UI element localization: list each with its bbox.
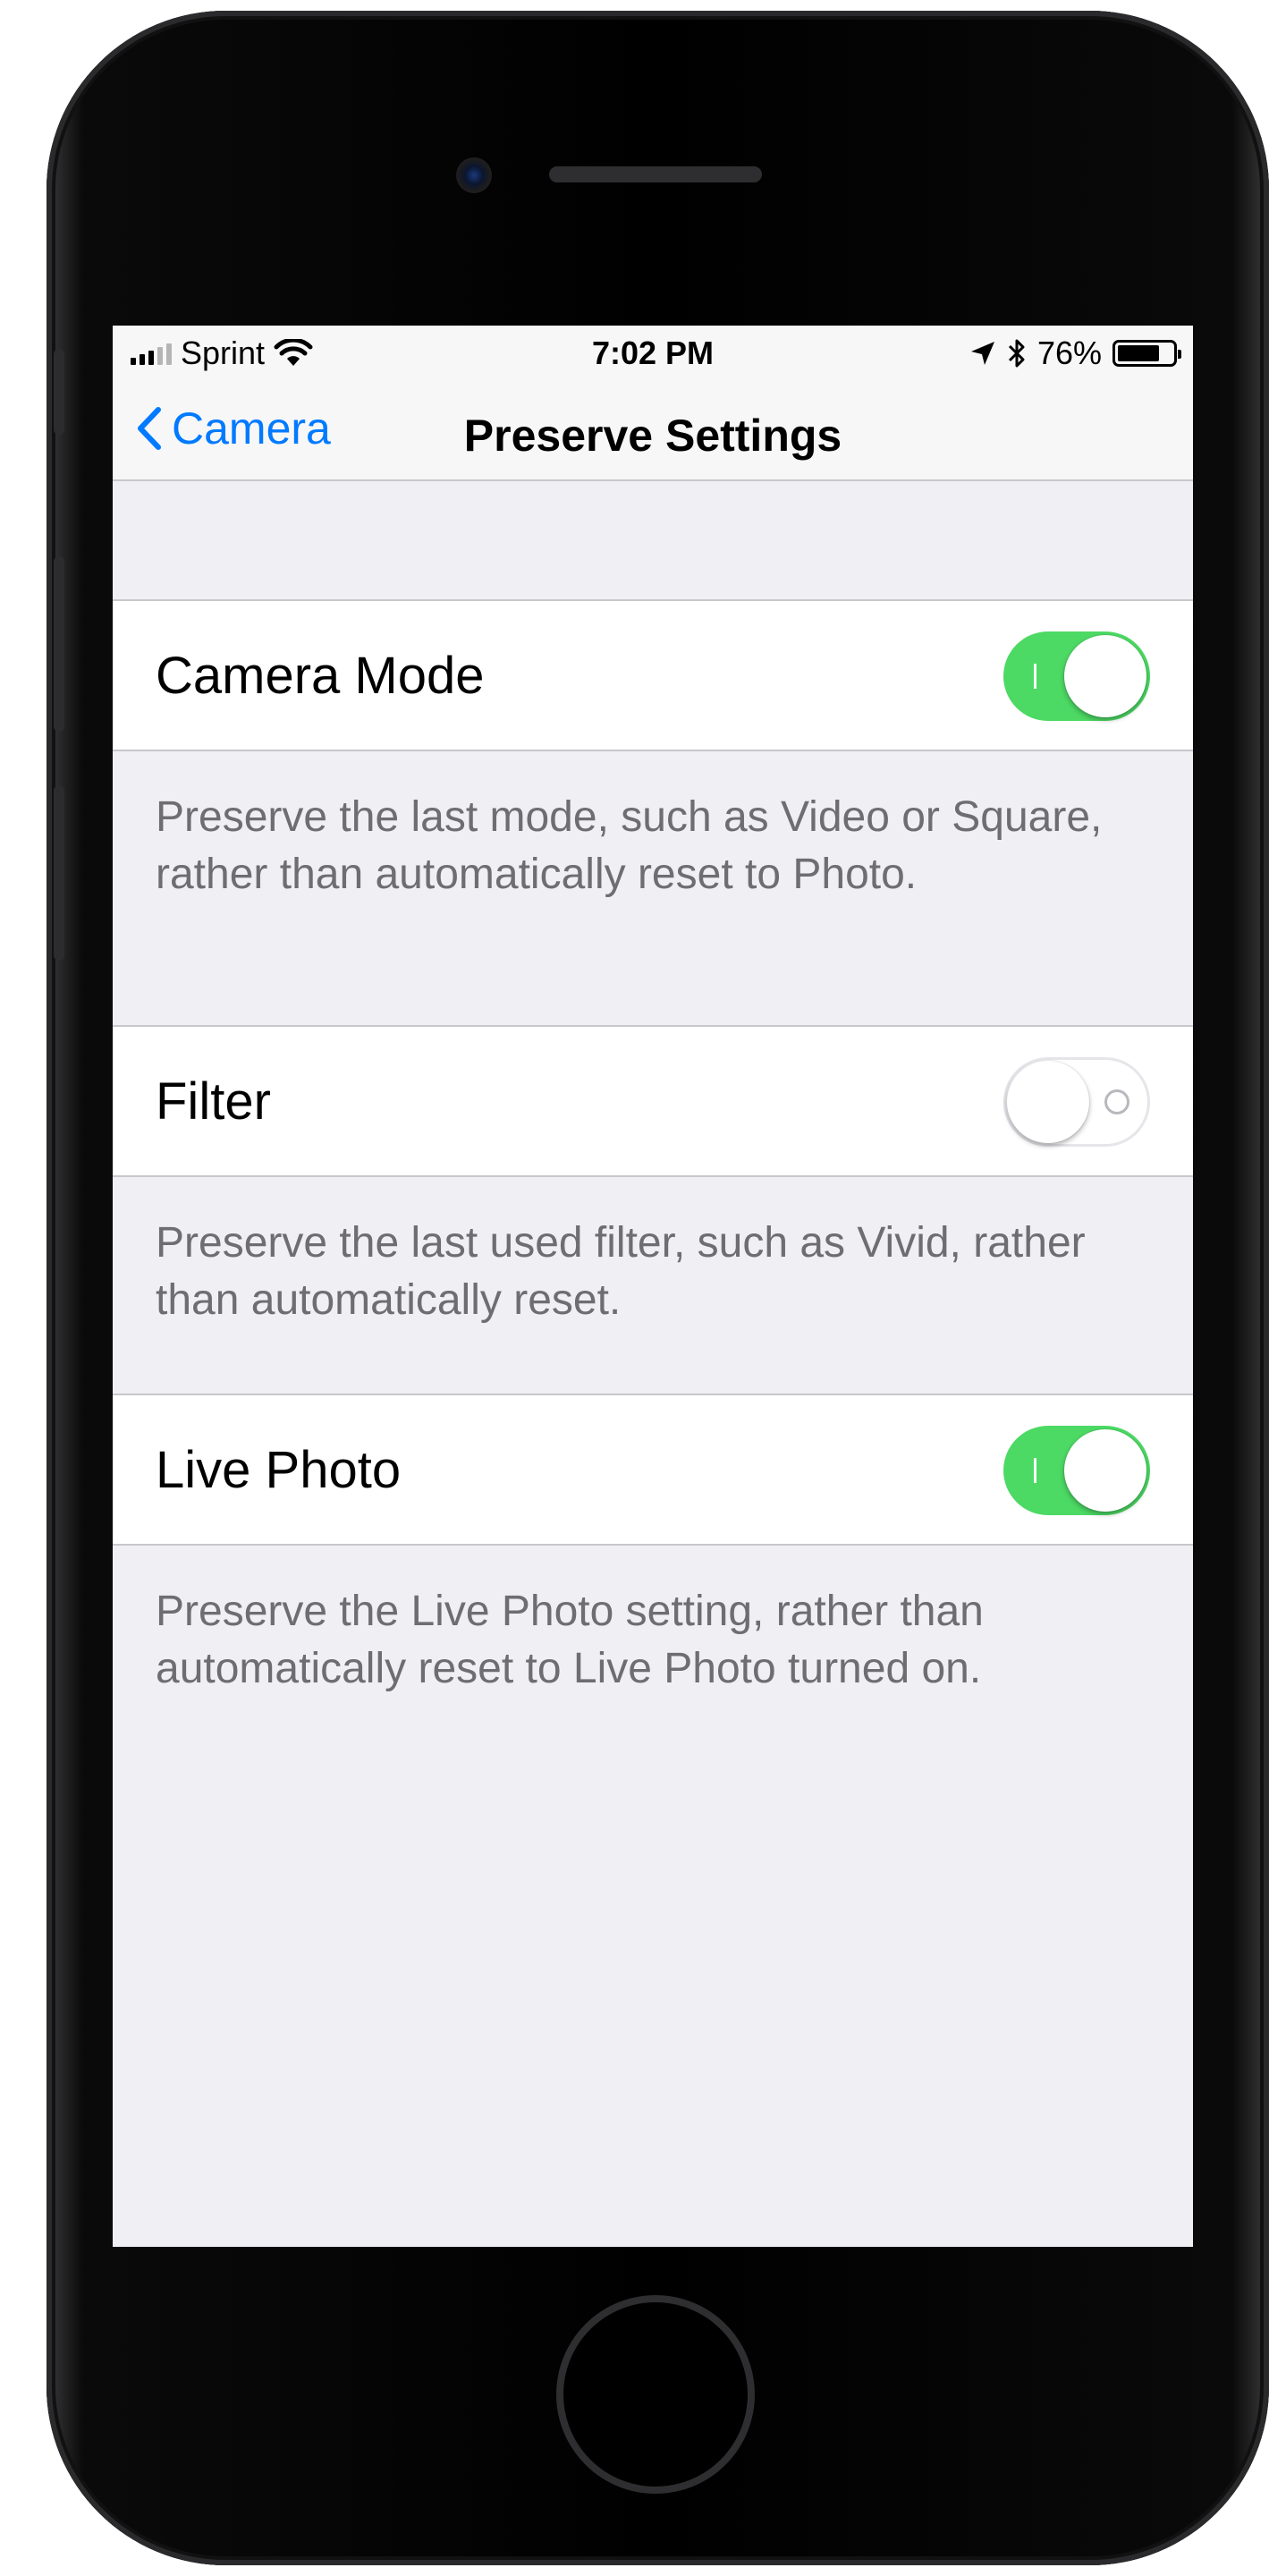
earpiece-speaker [549, 166, 762, 182]
toggle-on-mark [1034, 664, 1036, 689]
setting-description: Preserve the last used filter, such as V… [156, 1219, 1086, 1324]
toggle-on-mark [1034, 1458, 1036, 1483]
mute-switch [54, 349, 64, 435]
volume-up-button [54, 556, 64, 732]
setting-label: Filter [156, 1072, 271, 1131]
volume-down-button [54, 785, 64, 961]
toggle-knob [1064, 635, 1146, 717]
screen: Sprint 7:02 PM 76% Camera Preserve Setti… [113, 326, 1193, 2247]
status-bar: Sprint 7:02 PM 76% [113, 326, 1193, 383]
location-arrow-icon [970, 342, 994, 365]
setting-description: Preserve the last mode, such as Video or… [156, 793, 1103, 898]
navigation-bar: Camera Preserve Settings [113, 383, 1193, 481]
setting-row-filter: Filter [113, 1025, 1193, 1177]
status-bar-right: 76% [969, 335, 1181, 372]
live-photo-toggle[interactable] [1003, 1426, 1150, 1515]
battery-percent: 76% [1036, 335, 1102, 371]
front-camera [456, 157, 492, 193]
setting-row-camera-mode: Camera Mode [113, 599, 1193, 751]
camera-mode-toggle[interactable] [1003, 631, 1150, 721]
battery-fill [1118, 345, 1159, 361]
filter-toggle[interactable] [1003, 1057, 1150, 1147]
toggle-knob [1064, 1429, 1146, 1512]
toggle-off-mark [1104, 1089, 1129, 1114]
bluetooth-icon [1008, 339, 1025, 368]
setting-description: Preserve the Live Photo setting, rather … [156, 1588, 984, 1692]
page-title: Preserve Settings [463, 411, 842, 461]
home-button[interactable] [556, 2295, 755, 2494]
setting-label: Camera Mode [156, 647, 485, 705]
toggle-knob [1007, 1061, 1089, 1143]
setting-row-live-photo: Live Photo [113, 1394, 1193, 1546]
battery-icon [1112, 340, 1181, 367]
setting-label: Live Photo [156, 1441, 402, 1499]
